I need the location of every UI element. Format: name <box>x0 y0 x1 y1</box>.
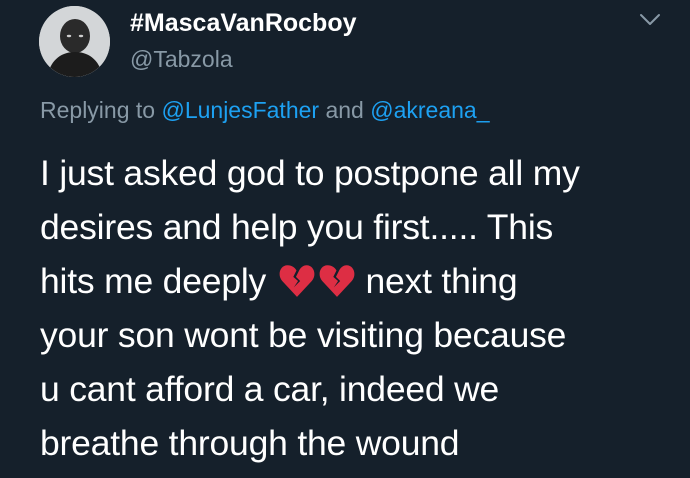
user-handle[interactable]: @Tabzola <box>130 46 233 73</box>
broken-heart-emoji <box>279 265 315 297</box>
avatar[interactable] <box>39 6 110 77</box>
tweet-text-line: I just asked god to postpone all my <box>40 153 580 193</box>
replying-to-conjunction: and <box>325 97 364 123</box>
display-name[interactable]: #MascaVanRocboy <box>130 9 357 38</box>
tweet-text: I just asked god to postpone all my desi… <box>40 146 680 470</box>
mention-link[interactable]: @LunjesFather <box>161 97 319 123</box>
replying-to-prefix: Replying to <box>40 97 156 123</box>
tweet-text-line: breathe through the wound <box>40 423 460 463</box>
tweet-text-fragment: next thing <box>365 261 518 301</box>
broken-heart-emoji <box>319 265 355 297</box>
tweet-text-line: u cant afford a car, indeed we <box>40 369 500 409</box>
tweet-text-fragment: hits me deeply <box>40 261 267 301</box>
tweet-menu-button[interactable] <box>634 6 666 34</box>
replying-to: Replying to @LunjesFather and @akreana_ <box>40 97 490 124</box>
tweet-text-line: desires and help you first..... This <box>40 207 554 247</box>
avatar-photo <box>39 6 110 77</box>
tweet-text-line: hits me deeply next thing <box>40 254 680 308</box>
mention-link[interactable]: @akreana_ <box>370 97 489 123</box>
tweet-text-line: your son wont be visiting because <box>40 315 567 355</box>
chevron-down-icon <box>640 14 660 25</box>
tweet-card: #MascaVanRocboy @Tabzola Replying to @Lu… <box>0 0 690 478</box>
